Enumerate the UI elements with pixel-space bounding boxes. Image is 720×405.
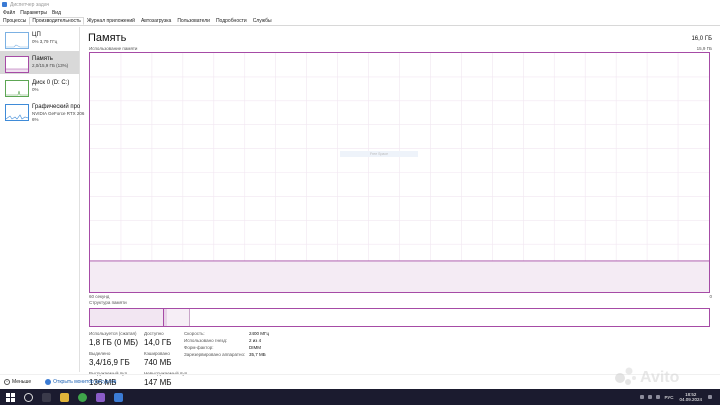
cached-label: Кэшировано — [144, 351, 170, 356]
language-indicator[interactable]: РУС — [664, 395, 673, 400]
search-icon[interactable] — [24, 392, 33, 402]
open-resource-monitor-link[interactable]: Открыть монитор ресурсов — [53, 379, 116, 385]
volume-icon[interactable] — [656, 395, 661, 399]
tab-services[interactable]: Службы — [250, 17, 275, 25]
network-icon[interactable] — [648, 395, 653, 399]
axis-left-label: 60 секунд — [89, 294, 110, 299]
sidebar-item-sub: NVIDIA GeForce RTX 206 — [32, 111, 85, 116]
sidebar-item-gpu[interactable]: Графический про NVIDIA GeForce RTX 206 6… — [0, 99, 85, 122]
tab-performance[interactable]: Производительность — [29, 17, 84, 25]
watermark-logo: Avito — [612, 360, 716, 390]
in-use-label: Используется (сжатая) — [89, 331, 137, 336]
sidebar-item-title: Диск 0 (D: C:) — [32, 80, 70, 86]
tab-users[interactable]: Пользователи — [174, 17, 213, 25]
cpu-graph-icon — [5, 32, 29, 49]
title-bar: Диспетчер задач — [0, 0, 720, 9]
structure-free — [190, 309, 709, 326]
reserved-key: Зарезервировано аппаратно: — [184, 352, 246, 357]
menu-bar: Файл Параметры Вид — [0, 9, 720, 17]
menu-file[interactable]: Файл — [3, 10, 15, 16]
window-title: Диспетчер задач — [10, 1, 50, 8]
sidebar-item-memory[interactable]: Память 2,0/15,9 ГБ (13%) — [0, 51, 79, 74]
taskbar-clock[interactable]: 18:52 04.09.2024 — [679, 392, 702, 402]
menu-options[interactable]: Параметры — [20, 10, 47, 16]
sidebar-item-sub: 6% — [32, 117, 39, 122]
page-title: Память — [88, 32, 127, 44]
sidebar-item-cpu[interactable]: ЦП 0% 3,79 ГГц — [0, 27, 79, 50]
clock-date: 04.09.2024 — [679, 397, 702, 402]
windows-taskbar: РУС 18:52 04.09.2024 — [0, 389, 720, 405]
structure-standby — [167, 309, 190, 326]
tab-startup[interactable]: Автозагрузка — [138, 17, 174, 25]
performance-sidebar: ЦП 0% 3,79 ГГц Память 2,0/15,9 ГБ (13%) … — [0, 27, 85, 372]
sidebar-item-title: ЦП — [32, 32, 41, 38]
committed-label: Выделено — [89, 351, 111, 356]
form-factor-key: Форм-фактор: — [184, 345, 214, 350]
chevron-up-icon[interactable]: ^ — [4, 378, 10, 385]
gpu-graph-icon — [5, 104, 29, 121]
graph-max: 15,9 ГБ — [696, 46, 712, 51]
memory-panel: Память 16,0 ГБ Использование памяти 15,9… — [86, 27, 716, 387]
available-label: Доступно — [144, 331, 164, 336]
task-view-icon[interactable] — [42, 392, 51, 402]
app-icon[interactable] — [96, 392, 105, 402]
in-use-value: 1,8 ГБ (0 МБ) — [89, 338, 139, 347]
available-value: 14,0 ГБ — [144, 338, 172, 347]
watermark-text: Avito — [640, 369, 680, 386]
speed-value: 2400 МГц — [249, 331, 270, 336]
task-manager-icon — [2, 2, 7, 7]
task-manager-window: Диспетчер задач Файл Параметры Вид Проце… — [0, 0, 720, 405]
memory-graph-icon — [5, 56, 29, 73]
sidebar-item-sub: 0% — [32, 87, 39, 92]
sidebar-item-sub: 0% 3,79 ГГц — [32, 39, 58, 44]
graph-label: Использование памяти — [89, 46, 138, 51]
menu-view[interactable]: Вид — [52, 10, 61, 16]
committed-value: 3,4/16,9 ГБ — [89, 358, 130, 367]
system-tray: РУС 18:52 04.09.2024 — [640, 389, 716, 405]
usage-area — [90, 260, 709, 292]
total-memory: 16,0 ГБ — [691, 36, 712, 42]
graph-tooltip: Free Space — [340, 151, 418, 157]
resource-monitor-icon — [45, 378, 52, 385]
graph-grid — [90, 53, 709, 292]
axis-right-label: 0 — [709, 294, 712, 299]
windows-start-icon[interactable] — [4, 391, 16, 403]
reserved-value: 35,7 МБ — [249, 352, 266, 357]
notification-icon[interactable] — [708, 395, 712, 399]
file-explorer-icon[interactable] — [60, 392, 69, 402]
sidebar-item-sub: 2,0/15,9 ГБ (13%) — [32, 63, 69, 68]
form-factor-value: DIMM — [249, 345, 261, 350]
tab-bar: Процессы Производительность Журнал прило… — [0, 17, 720, 26]
disk-graph-icon — [5, 80, 29, 97]
tab-details[interactable]: Подробности — [213, 17, 250, 25]
slots-value: 2 из 4 — [249, 338, 262, 343]
tab-processes[interactable]: Процессы — [0, 17, 29, 25]
tab-app-history[interactable]: Журнал приложений — [84, 17, 138, 25]
sidebar-item-title: Память — [32, 56, 53, 62]
chrome-icon[interactable] — [78, 392, 87, 402]
sidebar-item-title: Графический про — [32, 104, 81, 110]
task-manager-taskbar-icon[interactable] — [114, 392, 123, 402]
sidebar-item-disk[interactable]: Диск 0 (D: C:) 0% — [0, 75, 79, 98]
memory-usage-graph[interactable]: Free Space — [89, 52, 710, 293]
speed-key: Скорость: — [184, 331, 205, 336]
cached-value: 740 МБ — [144, 358, 172, 367]
fewer-details-link[interactable]: Меньше — [12, 379, 31, 385]
tray-icon[interactable] — [640, 395, 645, 399]
memory-structure-bar[interactable] — [89, 308, 710, 327]
structure-label: Структура памяти — [89, 300, 127, 305]
slots-key: Использовано гнезд: — [184, 338, 228, 343]
structure-in-use — [90, 309, 164, 326]
